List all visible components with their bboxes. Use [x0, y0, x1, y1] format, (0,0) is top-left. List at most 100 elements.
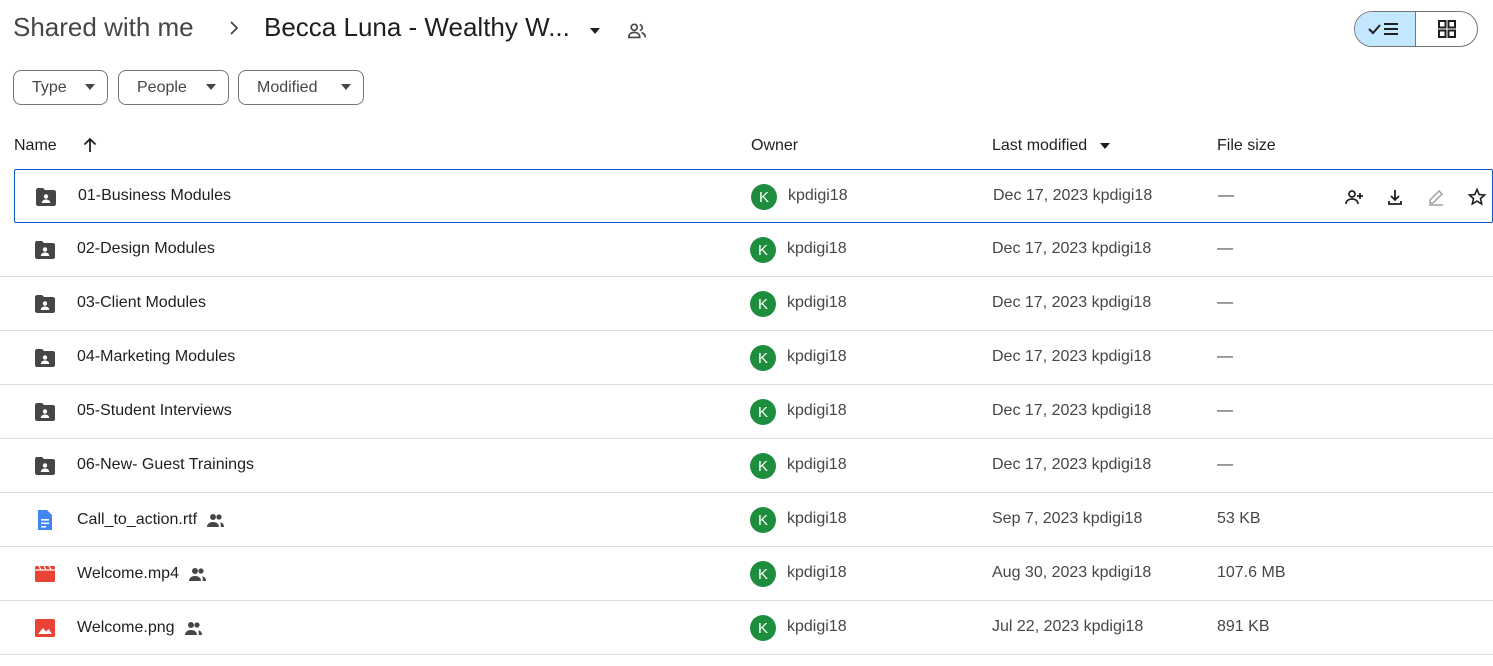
last-modified: Aug 30, 2023 kpdigi18 [992, 564, 1152, 581]
filter-people-chip[interactable]: People [118, 70, 229, 105]
owner-name: kpdigi18 [788, 187, 848, 204]
file-name[interactable]: 02-Design Modules [77, 240, 215, 258]
drive-folder-view: Shared with me Becca Luna - Wealthy W... [0, 0, 1493, 666]
avatar: K [750, 345, 776, 371]
file-size: 53 KB [1217, 510, 1261, 527]
grid-icon [1437, 20, 1456, 38]
breadcrumb-shared-with-me[interactable]: Shared with me [13, 12, 194, 43]
rename-icon [1428, 189, 1443, 206]
shared-icon [184, 622, 202, 635]
owner-name: kpdigi18 [787, 240, 847, 257]
last-modified: Dec 17, 2023 kpdigi18 [992, 348, 1152, 365]
avatar: K [750, 237, 776, 263]
table-row[interactable]: 01-Business Modules Kkpdigi18 Dec 17, 2023… [14, 169, 1493, 223]
column-owner[interactable]: Owner [751, 137, 798, 155]
owner-name: kpdigi18 [787, 564, 847, 581]
table-row[interactable]: 05-Student Interviews Kkpdigi18 Dec 17, 20… [0, 385, 1493, 439]
last-modified: Jul 22, 2023 kpdigi18 [992, 618, 1144, 635]
file-name-text: Call_to_action.rtf [77, 511, 198, 528]
avatar: K [750, 291, 776, 317]
shared-folder-icon [35, 403, 55, 421]
filter-type-chip[interactable]: Type [13, 70, 108, 105]
table-row[interactable]: Welcome.mp4 Kkpdigi18 Aug 30, 2023 kpdigi1… [0, 547, 1493, 601]
file-name[interactable]: Welcome.mp4 [77, 564, 207, 584]
column-last-modified-label: Last modified [992, 137, 1088, 154]
file-name[interactable]: Call_to_action.rtf [77, 510, 225, 530]
chevron-right-icon [230, 21, 239, 35]
owner-name: kpdigi18 [787, 456, 847, 473]
file-size: 107.6 MB [1217, 564, 1286, 581]
file-size: — [1217, 348, 1233, 365]
table-row[interactable]: 06-New- Guest Trainings Kkpdigi18 Dec 17, … [0, 439, 1493, 493]
file-name-text: 03-Client Modules [77, 294, 206, 311]
shared-people-icon[interactable] [626, 20, 648, 42]
file-size: — [1217, 402, 1233, 419]
arrow-up-icon[interactable] [80, 135, 100, 155]
table-row[interactable]: Welcome.png Kkpdigi18 Jul 22, 2023 kpdigi1… [0, 601, 1493, 655]
last-modified: Dec 17, 2023 kpdigi18 [992, 240, 1152, 257]
caret-down-icon[interactable] [584, 20, 606, 42]
table-header: Name Owner Last modified File size [0, 125, 1493, 167]
last-modified: Dec 17, 2023 kpdigi18 [992, 402, 1152, 419]
column-name[interactable]: Name [14, 137, 57, 155]
file-size: 891 KB [1217, 618, 1270, 635]
owner-name: kpdigi18 [787, 510, 847, 527]
star-button[interactable] [1456, 183, 1493, 211]
file-name[interactable]: 03-Client Modules [77, 294, 206, 312]
share-button[interactable] [1333, 183, 1374, 211]
avatar: K [750, 399, 776, 425]
file-size: — [1218, 187, 1234, 204]
file-name[interactable]: 06-New- Guest Trainings [77, 456, 254, 474]
file-name-text: 01-Business Modules [78, 187, 231, 204]
filter-people-label: People [137, 78, 187, 96]
shared-icon [207, 514, 225, 527]
owner-name: kpdigi18 [787, 402, 847, 419]
shared-icon [188, 568, 206, 581]
view-toggle [1354, 11, 1478, 47]
file-list: 01-Business Modules Kkpdigi18 Dec 17, 2023… [0, 169, 1493, 655]
file-name[interactable]: 05-Student Interviews [77, 402, 232, 420]
download-button[interactable] [1374, 183, 1415, 211]
caret-down-icon [1099, 142, 1110, 149]
rename-button[interactable] [1415, 183, 1456, 211]
last-modified: Sep 7, 2023 kpdigi18 [992, 510, 1143, 527]
caret-down-icon [85, 84, 95, 90]
shared-folder-icon [35, 349, 55, 367]
filter-modified-label: Modified [257, 78, 318, 96]
file-size: — [1217, 294, 1233, 311]
filter-type-label: Type [32, 78, 67, 96]
filter-modified-chip[interactable]: Modified [238, 70, 364, 105]
file-name-text: 04-Marketing Modules [77, 348, 236, 365]
shared-folder-icon [35, 241, 55, 259]
avatar: K [750, 453, 776, 479]
owner-name: kpdigi18 [787, 348, 847, 365]
file-name[interactable]: Welcome.png [77, 618, 203, 638]
avatar: K [750, 507, 776, 533]
column-file-size[interactable]: File size [1217, 137, 1276, 155]
shared-folder-icon [36, 188, 56, 206]
video-icon [35, 565, 55, 582]
table-row[interactable]: 04-Marketing Modules Kkpdigi18 Dec 17, 202… [0, 331, 1493, 385]
breadcrumb-current-folder[interactable]: Becca Luna - Wealthy W... [264, 12, 570, 43]
file-name-text: Welcome.mp4 [77, 565, 179, 582]
table-row[interactable]: 03-Client Modules Kkpdigi18 Dec 17, 2023 k… [0, 277, 1493, 331]
document-icon [38, 510, 52, 530]
grid-view-button[interactable] [1416, 12, 1477, 46]
shared-folder-icon [35, 457, 55, 475]
avatar: K [751, 184, 777, 210]
table-row[interactable]: 02-Design Modules Kkpdigi18 Dec 17, 2023 k… [0, 223, 1493, 277]
caret-down-icon [206, 84, 216, 90]
table-row[interactable]: Call_to_action.rtf Kkpdigi18 Sep 7, 2023 k… [0, 493, 1493, 547]
owner-name: kpdigi18 [787, 618, 847, 635]
star-icon [1466, 187, 1487, 206]
owner-name: kpdigi18 [787, 294, 847, 311]
avatar: K [750, 615, 776, 641]
header: Shared with me Becca Luna - Wealthy W... [0, 0, 1493, 60]
column-last-modified[interactable]: Last modified [992, 137, 1110, 155]
row-actions [1333, 183, 1493, 211]
file-name[interactable]: 04-Marketing Modules [77, 348, 235, 366]
file-name[interactable]: 01-Business Modules [78, 187, 231, 205]
list-view-button[interactable] [1355, 12, 1417, 46]
last-modified: Dec 17, 2023 kpdigi18 [993, 187, 1153, 204]
file-name-text: 05-Student Interviews [77, 402, 232, 419]
